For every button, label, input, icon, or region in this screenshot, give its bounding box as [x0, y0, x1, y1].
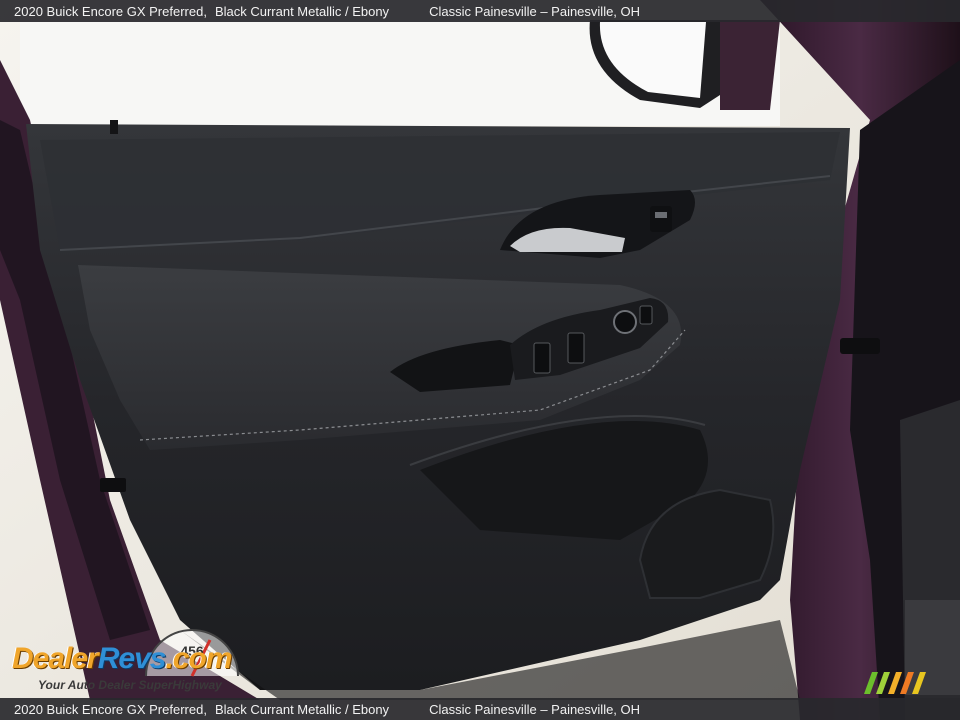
- logo-part-revs: Revs: [97, 642, 167, 675]
- logo-part-com: .com: [165, 642, 232, 675]
- dealer-location-bottom: Classic Painesville – Painesville, OH: [429, 701, 641, 717]
- logo-tagline: Your Auto Dealer SuperHighway: [38, 678, 222, 692]
- dealer-location: Classic Painesville – Painesville, OH: [429, 3, 641, 19]
- caption-bar-bottom: 2020 Buick Encore GX Preferred, Black Cu…: [0, 698, 960, 720]
- door-panel-photo: [0, 0, 960, 720]
- logo-wordmark: DealerRevs.com: [12, 642, 232, 676]
- vehicle-title: 2020 Buick Encore GX Preferred,: [14, 3, 207, 19]
- vehicle-trim-bottom: Black Currant Metallic / Ebony: [214, 701, 390, 717]
- vehicle-title-bottom: 2020 Buick Encore GX Preferred,: [14, 701, 207, 717]
- stripes-logo-icon: [864, 672, 926, 694]
- caption-bar-top: 2020 Buick Encore GX Preferred, Black Cu…: [0, 0, 960, 22]
- dealerrevs-watermark: 456 DealerRevs.com Your Auto Dealer Supe…: [12, 626, 272, 696]
- logo-part-dealer: Dealer: [12, 642, 99, 675]
- vehicle-trim: Black Currant Metallic / Ebony: [214, 3, 390, 19]
